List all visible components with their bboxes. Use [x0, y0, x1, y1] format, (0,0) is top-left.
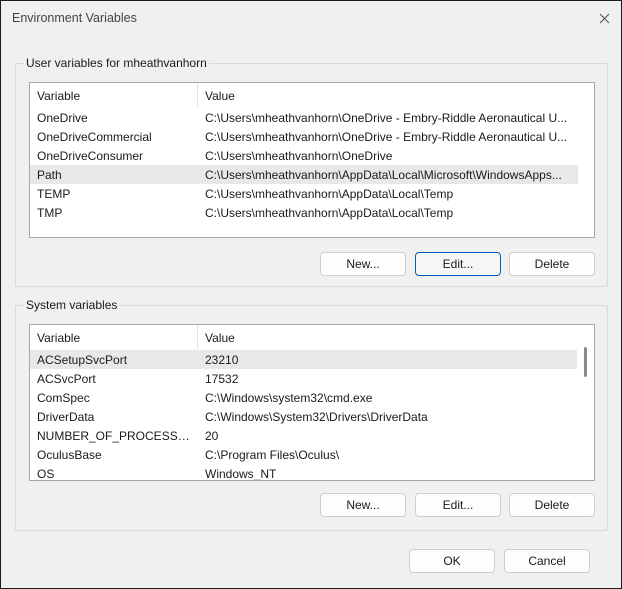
- environment-variables-dialog: Environment Variables User variables for…: [0, 0, 622, 589]
- variable-name: TEMP: [37, 187, 71, 201]
- system-variables-group: System variables Variable Value ACSetupS…: [15, 298, 608, 531]
- column-divider[interactable]: [197, 83, 198, 107]
- table-row[interactable]: NUMBER_OF_PROCESSORS 20: [30, 426, 577, 445]
- table-row[interactable]: OculusBase C:\Program Files\Oculus\: [30, 445, 577, 464]
- table-row-selected[interactable]: Path C:\Users\mheathvanhorn\AppData\Loca…: [30, 165, 578, 184]
- table-row[interactable]: OneDriveCommercial C:\Users\mheathvanhor…: [30, 127, 578, 146]
- variable-name: ComSpec: [37, 391, 90, 405]
- column-header-variable[interactable]: Variable: [37, 89, 80, 103]
- table-row[interactable]: OneDriveConsumer C:\Users\mheathvanhorn\…: [30, 146, 578, 165]
- user-new-button[interactable]: New...: [320, 252, 406, 276]
- column-divider[interactable]: [197, 325, 198, 349]
- close-button[interactable]: [593, 7, 615, 29]
- variable-value: C:\Users\mheathvanhorn\OneDrive - Embry-…: [205, 111, 568, 125]
- table-row-selected[interactable]: ACSetupSvcPort 23210: [30, 350, 577, 369]
- variable-value: C:\Windows\system32\cmd.exe: [205, 391, 373, 405]
- column-header-value[interactable]: Value: [205, 331, 235, 345]
- system-variables-label: System variables: [24, 298, 120, 312]
- variable-name: OculusBase: [37, 448, 102, 462]
- variable-value: C:\Users\mheathvanhorn\OneDrive - Embry-…: [205, 130, 568, 144]
- vertical-scrollbar[interactable]: [578, 325, 594, 480]
- scrollbar-thumb[interactable]: [584, 347, 587, 377]
- window-title: Environment Variables: [12, 11, 137, 25]
- variable-value: 20: [205, 429, 219, 443]
- variable-name: ACSvcPort: [37, 372, 96, 386]
- variable-value: C:\Users\mheathvanhorn\AppData\Local\Tem…: [205, 187, 454, 201]
- column-header-variable[interactable]: Variable: [37, 331, 80, 345]
- table-row[interactable]: DriverData C:\Windows\System32\Drivers\D…: [30, 407, 577, 426]
- variable-value: Windows_NT: [205, 467, 277, 481]
- system-variables-list[interactable]: Variable Value ACSetupSvcPort 23210 ACSv…: [29, 324, 595, 481]
- table-row[interactable]: TMP C:\Users\mheathvanhorn\AppData\Local…: [30, 203, 578, 222]
- system-edit-button[interactable]: Edit...: [415, 493, 501, 517]
- variable-value: 17532: [205, 372, 239, 386]
- variable-name: DriverData: [37, 410, 95, 424]
- user-variables-group: User variables for mheathvanhorn Variabl…: [15, 56, 608, 287]
- variable-name: ACSetupSvcPort: [37, 353, 128, 367]
- variable-name: OS: [37, 467, 55, 481]
- table-row[interactable]: ComSpec C:\Windows\system32\cmd.exe: [30, 388, 577, 407]
- user-variables-label: User variables for mheathvanhorn: [24, 56, 209, 70]
- variable-value: C:\Users\mheathvanhorn\OneDrive: [205, 149, 393, 163]
- cancel-button[interactable]: Cancel: [504, 549, 590, 573]
- variable-name: Path: [37, 168, 62, 182]
- variable-name: TMP: [37, 206, 63, 220]
- variable-value: C:\Users\mheathvanhorn\AppData\Local\Mic…: [205, 168, 562, 182]
- variable-name: NUMBER_OF_PROCESSORS: [37, 429, 197, 443]
- table-row[interactable]: TEMP C:\Users\mheathvanhorn\AppData\Loca…: [30, 184, 578, 203]
- system-new-button[interactable]: New...: [320, 493, 406, 517]
- user-delete-button[interactable]: Delete: [509, 252, 595, 276]
- table-row[interactable]: OS Windows_NT: [30, 464, 577, 481]
- variable-value: C:\Users\mheathvanhorn\AppData\Local\Tem…: [205, 206, 454, 220]
- variable-value: C:\Program Files\Oculus\: [205, 448, 340, 462]
- variable-name: OneDrive: [37, 111, 88, 125]
- ok-button[interactable]: OK: [409, 549, 495, 573]
- variable-value: C:\Windows\System32\Drivers\DriverData: [205, 410, 428, 424]
- user-variables-list[interactable]: Variable Value OneDrive C:\Users\mheathv…: [29, 82, 595, 238]
- variable-name: OneDriveCommercial: [37, 130, 152, 144]
- system-delete-button[interactable]: Delete: [509, 493, 595, 517]
- column-header-value[interactable]: Value: [205, 89, 235, 103]
- list-header: Variable Value: [30, 83, 594, 107]
- table-row[interactable]: ACSvcPort 17532: [30, 369, 577, 388]
- list-header: Variable Value: [30, 325, 594, 349]
- title-bar: Environment Variables: [1, 1, 621, 35]
- variable-value: 23210: [205, 353, 239, 367]
- variable-name: OneDriveConsumer: [37, 149, 144, 163]
- table-row[interactable]: OneDrive C:\Users\mheathvanhorn\OneDrive…: [30, 108, 578, 127]
- close-icon: [599, 13, 609, 23]
- user-edit-button[interactable]: Edit...: [415, 252, 501, 276]
